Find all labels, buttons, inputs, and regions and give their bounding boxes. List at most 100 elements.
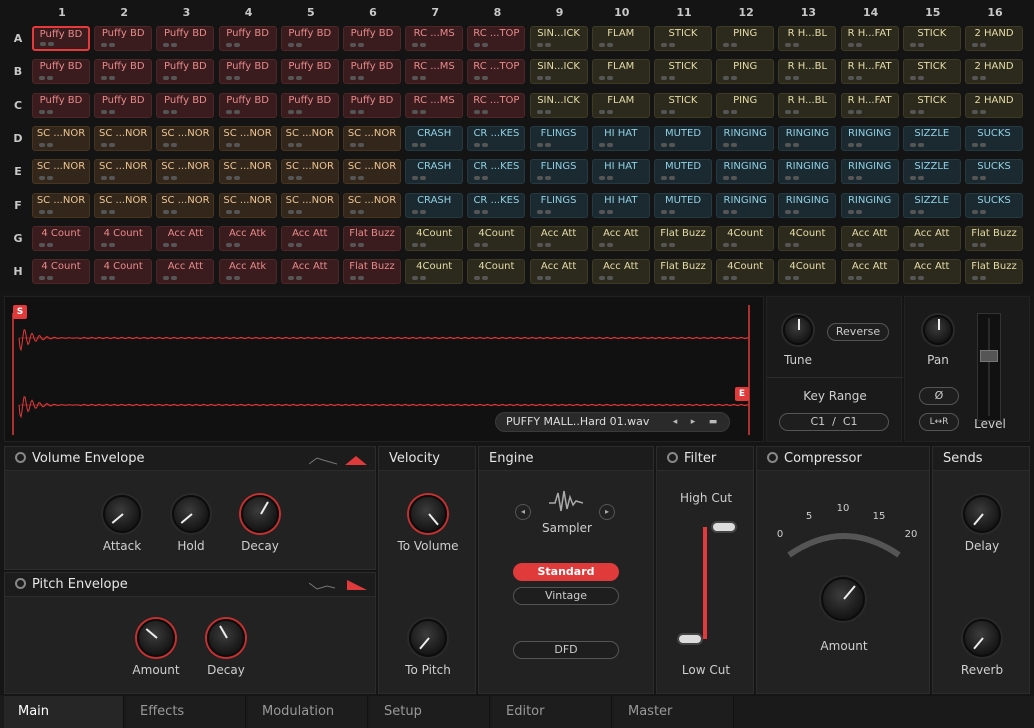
pad-A5[interactable]: Puffy BD xyxy=(280,26,339,51)
velocity-to-volume-knob[interactable] xyxy=(409,495,447,533)
pad-H13[interactable]: 4Count xyxy=(778,259,837,285)
pad-H11[interactable]: Flat Buzz xyxy=(654,259,712,285)
pad-F14[interactable]: RINGING xyxy=(840,192,899,218)
pad-E5[interactable]: SC ...NOR xyxy=(280,159,339,185)
chevron-left-icon[interactable]: ◂ xyxy=(515,504,531,520)
pad-G8[interactable]: 4Count xyxy=(467,225,526,251)
pad-F2[interactable]: SC ...NOR xyxy=(94,192,153,218)
pad-C12[interactable]: PING xyxy=(716,92,775,118)
end-marker[interactable]: E xyxy=(735,387,749,401)
pad-C14[interactable]: R H...FAT xyxy=(840,92,899,118)
pitch-shape-icon[interactable] xyxy=(309,580,335,592)
pad-H1[interactable]: 4 Count xyxy=(32,259,90,285)
high-cut-handle[interactable] xyxy=(711,521,737,533)
pad-C3[interactable]: Puffy BD xyxy=(156,92,215,118)
pad-A12[interactable]: PING xyxy=(716,26,775,51)
pad-E14[interactable]: RINGING xyxy=(840,159,899,185)
pad-A1[interactable]: Puffy BD xyxy=(32,26,90,51)
pad-G13[interactable]: 4Count xyxy=(778,225,837,251)
pad-C16[interactable]: 2 HAND xyxy=(965,92,1023,118)
compressor-amount-knob[interactable] xyxy=(821,577,865,621)
pad-G7[interactable]: 4Count xyxy=(405,225,464,251)
pad-C7[interactable]: RC ...MS xyxy=(405,92,464,118)
level-fader[interactable] xyxy=(977,313,1001,421)
pad-A7[interactable]: RC ...MS xyxy=(405,26,464,51)
phase-invert-button[interactable]: Ø xyxy=(919,387,959,405)
pitch-shape-active-icon[interactable] xyxy=(347,579,367,591)
pad-H6[interactable]: Flat Buzz xyxy=(343,259,401,285)
pad-D11[interactable]: MUTED xyxy=(654,125,712,151)
pad-A13[interactable]: R H...BL xyxy=(778,26,837,51)
hold-knob[interactable] xyxy=(172,495,210,533)
tab-setup[interactable]: Setup xyxy=(370,696,490,728)
pad-F7[interactable]: CRASH xyxy=(405,192,464,218)
pad-C15[interactable]: STICK xyxy=(902,92,961,118)
pad-B5[interactable]: Puffy BD xyxy=(280,59,339,85)
pad-G12[interactable]: 4Count xyxy=(716,225,775,251)
pad-E2[interactable]: SC ...NOR xyxy=(94,159,153,185)
pad-D14[interactable]: RINGING xyxy=(840,125,899,151)
pad-G15[interactable]: Acc Att xyxy=(902,225,961,251)
pad-G1[interactable]: 4 Count xyxy=(32,225,90,251)
pad-D12[interactable]: RINGING xyxy=(716,125,775,151)
pan-knob[interactable] xyxy=(923,315,953,345)
sample-display[interactable]: S E PUFFY MALL..Hard 01.wav ◂ ▸ ▬ xyxy=(4,296,764,442)
pad-B11[interactable]: STICK xyxy=(654,59,712,85)
power-icon[interactable] xyxy=(767,452,778,463)
tune-knob[interactable] xyxy=(783,315,813,345)
level-fader-handle[interactable] xyxy=(980,350,998,362)
pitch-decay-knob[interactable] xyxy=(207,619,245,657)
pad-G14[interactable]: Acc Att xyxy=(840,225,899,251)
pad-H9[interactable]: Acc Att xyxy=(529,259,588,285)
pad-D9[interactable]: FLINGS xyxy=(529,125,588,151)
tab-editor[interactable]: Editor xyxy=(492,696,612,728)
folder-icon[interactable]: ▬ xyxy=(706,415,720,429)
pad-A15[interactable]: STICK xyxy=(902,26,961,51)
filter-range-slider[interactable] xyxy=(703,527,707,639)
pad-F15[interactable]: SIZZLE xyxy=(902,192,961,218)
pad-B2[interactable]: Puffy BD xyxy=(94,59,153,85)
tab-master[interactable]: Master xyxy=(614,696,734,728)
pad-B4[interactable]: Puffy BD xyxy=(218,59,277,85)
pad-A3[interactable]: Puffy BD xyxy=(156,26,215,51)
pad-E6[interactable]: SC ...NOR xyxy=(343,159,401,185)
pad-E4[interactable]: SC ...NOR xyxy=(218,159,277,185)
pad-F13[interactable]: RINGING xyxy=(778,192,837,218)
pad-B14[interactable]: R H...FAT xyxy=(840,59,899,85)
pad-G3[interactable]: Acc Att xyxy=(156,225,215,251)
pad-F4[interactable]: SC ...NOR xyxy=(218,192,277,218)
pad-H4[interactable]: Acc Atk xyxy=(218,259,277,285)
pad-E8[interactable]: CR ...KES xyxy=(467,159,526,185)
pad-D7[interactable]: CRASH xyxy=(405,125,464,151)
pad-D4[interactable]: SC ...NOR xyxy=(218,125,277,151)
standard-button[interactable]: Standard xyxy=(513,563,619,581)
key-low[interactable]: C1 xyxy=(810,415,825,428)
pad-D10[interactable]: HI HAT xyxy=(591,125,650,151)
pad-F8[interactable]: CR ...KES xyxy=(467,192,526,218)
pad-H14[interactable]: Acc Att xyxy=(840,259,899,285)
pad-G5[interactable]: Acc Att xyxy=(280,225,339,251)
pad-E1[interactable]: SC ...NOR xyxy=(32,159,90,185)
pad-A10[interactable]: FLAM xyxy=(591,26,650,51)
pad-D3[interactable]: SC ...NOR xyxy=(156,125,215,151)
pad-H15[interactable]: Acc Att xyxy=(902,259,961,285)
pad-B10[interactable]: FLAM xyxy=(591,59,650,85)
pad-D6[interactable]: SC ...NOR xyxy=(343,125,401,151)
pad-F1[interactable]: SC ...NOR xyxy=(32,192,90,218)
pad-H16[interactable]: Flat Buzz xyxy=(965,259,1023,285)
pad-G11[interactable]: Flat Buzz xyxy=(654,225,712,251)
pad-E16[interactable]: SUCKS xyxy=(965,159,1023,185)
pad-B8[interactable]: RC ...TOP xyxy=(467,59,526,85)
pad-H2[interactable]: 4 Count xyxy=(94,259,153,285)
decay-knob[interactable] xyxy=(241,495,279,533)
pad-D5[interactable]: SC ...NOR xyxy=(280,125,339,151)
key-high[interactable]: C1 xyxy=(843,415,858,428)
pad-B16[interactable]: 2 HAND xyxy=(965,59,1023,85)
pad-E15[interactable]: SIZZLE xyxy=(902,159,961,185)
pad-C5[interactable]: Puffy BD xyxy=(280,92,339,118)
pad-B12[interactable]: PING xyxy=(716,59,775,85)
envelope-shape-active-icon[interactable] xyxy=(345,454,367,466)
pad-F6[interactable]: SC ...NOR xyxy=(343,192,401,218)
pad-B9[interactable]: SIN...ICK xyxy=(529,59,588,85)
pad-H7[interactable]: 4Count xyxy=(405,259,464,285)
